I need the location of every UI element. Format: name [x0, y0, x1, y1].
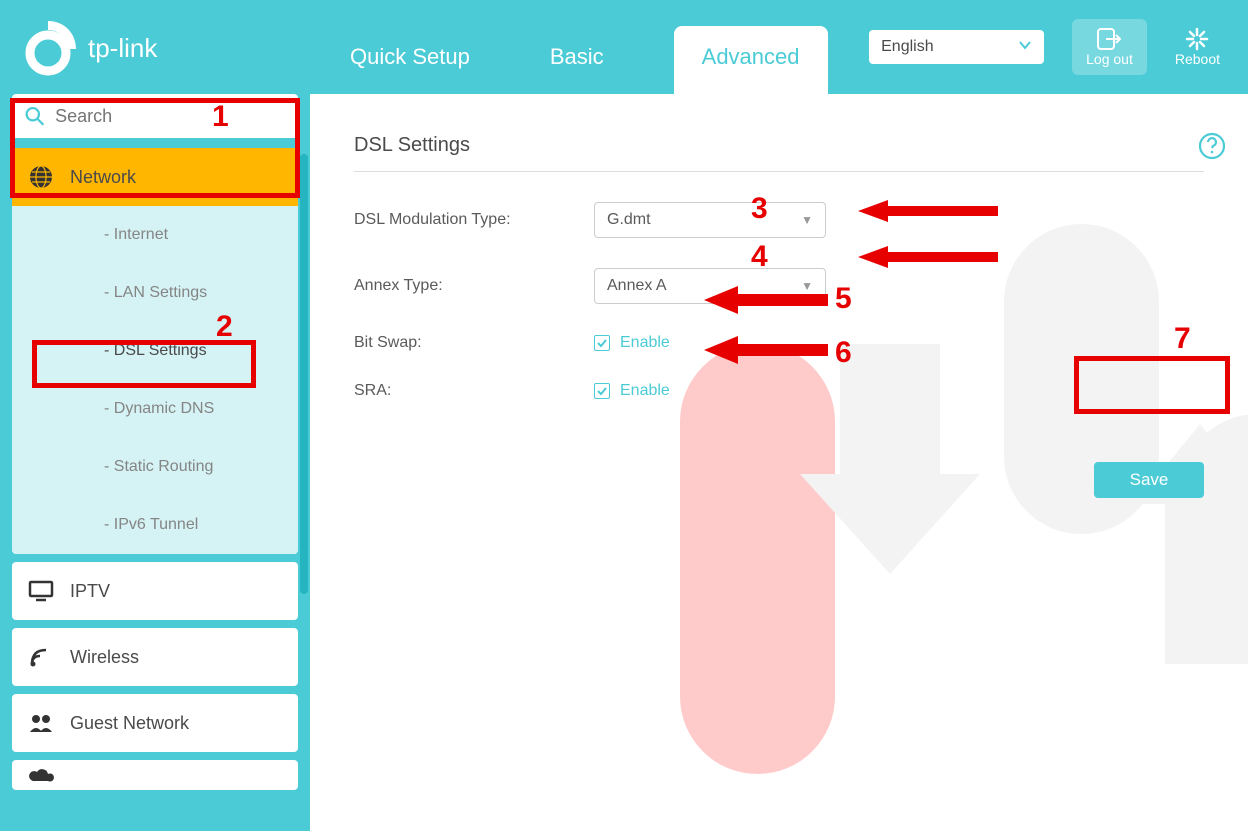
sub-internet[interactable]: - Internet	[12, 206, 298, 264]
sub-ipv6-tunnel[interactable]: - IPv6 Tunnel	[12, 496, 298, 554]
sidebar-item-network[interactable]: Network	[12, 148, 298, 206]
dsl-modulation-label: DSL Modulation Type:	[354, 211, 594, 229]
checkbox-icon	[594, 383, 610, 399]
tab-advanced[interactable]: Advanced	[674, 26, 828, 94]
save-button[interactable]: Save	[1094, 462, 1204, 498]
search-icon	[24, 104, 45, 128]
submenu-network: - Internet - LAN Settings - DSL Settings…	[12, 206, 298, 554]
reboot-icon	[1184, 27, 1210, 51]
search-box[interactable]	[12, 94, 298, 138]
tab-quick-setup[interactable]: Quick Setup	[340, 26, 480, 94]
scrollbar[interactable]	[300, 154, 308, 774]
sub-dynamic-dns[interactable]: - Dynamic DNS	[12, 380, 298, 438]
wifi-icon	[28, 646, 54, 668]
logout-button[interactable]: Log out	[1072, 19, 1147, 75]
annex-type-label: Annex Type:	[354, 277, 594, 295]
language-value: English	[881, 38, 933, 56]
sub-static-routing[interactable]: - Static Routing	[12, 438, 298, 496]
tab-basic[interactable]: Basic	[540, 26, 614, 94]
page-title: DSL Settings	[354, 134, 1204, 172]
main-tabs: Quick Setup Basic Advanced	[340, 0, 828, 94]
brand-logo: tp-link	[0, 17, 310, 77]
users-icon	[28, 712, 54, 734]
search-input[interactable]	[55, 106, 286, 127]
triangle-down-icon: ▼	[801, 279, 813, 293]
reboot-button[interactable]: Reboot	[1175, 27, 1220, 67]
checkbox-icon	[594, 335, 610, 351]
sra-checkbox[interactable]: Enable	[594, 382, 670, 400]
sub-dsl-settings[interactable]: - DSL Settings	[12, 322, 298, 380]
logout-icon	[1096, 27, 1122, 51]
chevron-down-icon	[1018, 38, 1032, 57]
bitswap-checkbox[interactable]: Enable	[594, 334, 670, 352]
sidebar-item-iptv[interactable]: IPTV	[12, 562, 298, 620]
cloud-icon	[28, 765, 54, 785]
menu-network: Network - Internet - LAN Settings - DSL …	[12, 148, 298, 554]
dsl-modulation-select[interactable]: G.dmt ▼	[594, 202, 826, 238]
svg-text:tp-link: tp-link	[88, 33, 158, 63]
globe-icon	[28, 164, 54, 190]
triangle-down-icon: ▼	[801, 213, 813, 227]
help-button[interactable]	[1198, 132, 1226, 165]
bitswap-label: Bit Swap:	[354, 334, 594, 352]
sidebar: Network - Internet - LAN Settings - DSL …	[0, 94, 310, 831]
sidebar-item-wireless[interactable]: Wireless	[12, 628, 298, 686]
annex-type-select[interactable]: Annex A ▼	[594, 268, 826, 304]
tv-icon	[28, 580, 54, 602]
main-panel: DSL Settings DSL Modulation Type: G.dmt …	[310, 94, 1248, 831]
header: tp-link Quick Setup Basic Advanced Engli…	[0, 0, 1248, 94]
sra-label: SRA:	[354, 382, 594, 400]
sidebar-item-next[interactable]	[12, 760, 298, 790]
language-select[interactable]: English	[869, 30, 1044, 64]
help-icon	[1198, 132, 1226, 160]
sub-lan-settings[interactable]: - LAN Settings	[12, 264, 298, 322]
sidebar-item-guest-network[interactable]: Guest Network	[12, 694, 298, 752]
